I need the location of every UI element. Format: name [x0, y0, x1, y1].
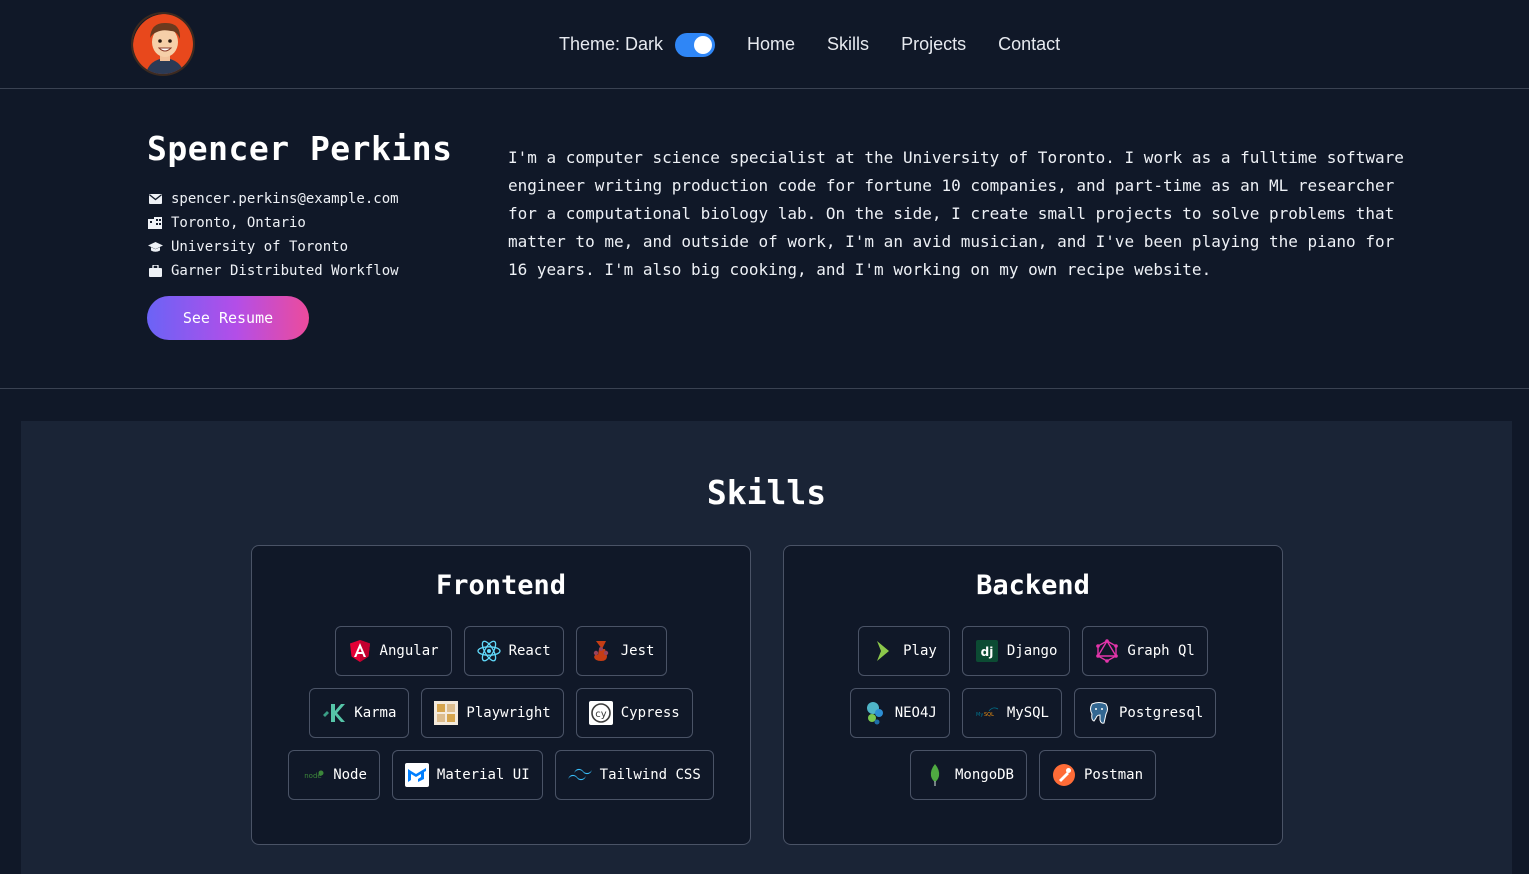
skill-label: Jest: [620, 643, 655, 659]
backend-card: Backend Play dj Django Graph Ql NEO4J My…: [783, 545, 1283, 845]
skill-chip-postman[interactable]: Postman: [1039, 750, 1157, 800]
nav-projects-link[interactable]: Projects: [901, 34, 966, 55]
school-row: University of Toronto: [147, 235, 399, 259]
karma-icon: [322, 701, 346, 725]
nav-skills-link[interactable]: Skills: [827, 34, 869, 55]
tailwind-icon: [567, 763, 592, 787]
playwright-icon: [434, 701, 459, 725]
nav-home-link[interactable]: Home: [747, 34, 795, 55]
skill-chip-mysql[interactable]: My SQL MySQL: [961, 688, 1062, 738]
contact-info: spencer.perkins@example.com Toronto, Ont…: [147, 187, 399, 283]
frontend-chips: Angular React Jest Karma Playwright cy C…: [252, 626, 750, 812]
skill-chip-postgresql[interactable]: Postgresql: [1074, 688, 1217, 738]
play-icon: [871, 639, 895, 663]
skill-label: Node: [333, 767, 367, 783]
toggle-knob: [694, 35, 713, 54]
skill-label: Django: [1006, 643, 1058, 659]
skill-label: Angular: [379, 643, 439, 659]
skill-label: React: [508, 643, 551, 659]
avatar[interactable]: [131, 12, 195, 76]
svg-text:My: My: [976, 712, 983, 718]
school-text: University of Toronto: [171, 239, 349, 255]
skill-label: Postman: [1084, 767, 1144, 783]
theme-label: Theme: Dark: [559, 34, 664, 54]
skill-label: Graph Ql: [1127, 643, 1195, 659]
backend-title: Backend: [976, 570, 1090, 601]
chip-row: node Node Material UI Tailwind CSS: [252, 750, 750, 800]
skill-label: Karma: [354, 705, 397, 721]
skill-label: MongoDB: [954, 767, 1014, 783]
work-text: Garner Distributed Workflow: [171, 263, 399, 279]
postgresql-icon: [1087, 701, 1111, 725]
briefcase-icon: [147, 264, 163, 278]
skill-label: MySQL: [1006, 705, 1049, 721]
work-row: Garner Distributed Workflow: [147, 259, 399, 283]
svg-text:SQL: SQL: [984, 712, 994, 718]
react-icon: [476, 639, 501, 663]
theme-toggle[interactable]: [675, 32, 716, 57]
skill-chip-mongodb[interactable]: MongoDB: [909, 750, 1027, 800]
nav-contact-link[interactable]: Contact: [998, 34, 1060, 55]
avatar-illustration: [133, 14, 193, 74]
skill-chip-karma[interactable]: Karma: [309, 688, 410, 738]
skill-label: Play: [903, 643, 937, 659]
skill-label: Tailwind CSS: [599, 767, 701, 783]
skill-chip-playwright[interactable]: Playwright: [421, 688, 564, 738]
svg-text:cy: cy: [595, 709, 606, 720]
chip-row: NEO4J My SQL MySQL Postgresql: [784, 688, 1282, 738]
skill-chip-neo4j[interactable]: NEO4J: [849, 688, 950, 738]
graphql-icon: [1095, 639, 1119, 663]
envelope-icon: [147, 192, 163, 206]
angular-icon: [348, 639, 372, 663]
chip-row: Play dj Django Graph Ql: [784, 626, 1282, 676]
backend-chips: Play dj Django Graph Ql NEO4J My SQL MyS…: [784, 626, 1282, 812]
skill-chip-react[interactable]: React: [463, 626, 564, 676]
skills-title: Skills: [706, 473, 827, 512]
mongodb-icon: [923, 763, 947, 787]
skill-chip-graphql[interactable]: Graph Ql: [1082, 626, 1208, 676]
cypress-icon: cy: [588, 701, 613, 725]
site-header: Theme: Dark Home Skills Projects Contact: [0, 0, 1529, 89]
chip-row: Karma Playwright cy Cypress: [252, 688, 750, 738]
svg-text:dj: dj: [980, 645, 993, 659]
skill-chip-tailwind[interactable]: Tailwind CSS: [554, 750, 714, 800]
skill-chip-play[interactable]: Play: [858, 626, 950, 676]
skill-chip-django[interactable]: dj Django: [961, 626, 1071, 676]
graduation-cap-icon: [147, 240, 163, 254]
postman-icon: [1052, 763, 1076, 787]
location-text: Toronto, Ontario: [171, 215, 306, 231]
skills-section: Skills Frontend Angular React Jest Karma…: [21, 421, 1512, 874]
email-text[interactable]: spencer.perkins@example.com: [171, 187, 399, 211]
skill-chip-angular[interactable]: Angular: [334, 626, 452, 676]
profile-name: Spencer Perkins: [147, 129, 453, 168]
jest-icon: [589, 639, 613, 663]
node-icon: node: [301, 763, 325, 787]
skill-label: NEO4J: [894, 705, 937, 721]
material-ui-icon: [404, 763, 429, 787]
hero-section: Spencer Perkins spencer.perkins@example.…: [0, 89, 1529, 389]
email-row: spencer.perkins@example.com: [147, 187, 399, 211]
django-icon: dj: [975, 639, 999, 663]
skill-chip-jest[interactable]: Jest: [575, 626, 668, 676]
city-icon: [147, 216, 163, 230]
skill-label: Postgresql: [1119, 705, 1204, 721]
chip-row: Angular React Jest: [252, 626, 750, 676]
bio-paragraph: I'm a computer science specialist at the…: [508, 148, 1404, 279]
location-row: Toronto, Ontario: [147, 211, 399, 235]
neo4j-icon: [863, 701, 887, 725]
main-nav: Theme: Dark Home Skills Projects Contact: [559, 0, 1092, 89]
frontend-title: Frontend: [435, 570, 567, 601]
skill-chip-node[interactable]: node Node: [288, 750, 380, 800]
skill-chip-cypress[interactable]: cy Cypress: [575, 688, 693, 738]
skill-chip-material-ui[interactable]: Material UI: [391, 750, 543, 800]
frontend-card: Frontend Angular React Jest Karma Playwr…: [251, 545, 751, 845]
skill-label: Material UI: [436, 767, 530, 783]
skill-label: Playwright: [466, 705, 551, 721]
skill-label: Cypress: [620, 705, 680, 721]
chip-row: MongoDB Postman: [784, 750, 1282, 800]
see-resume-button[interactable]: See Resume: [147, 296, 309, 340]
mysql-icon: My SQL: [975, 701, 999, 725]
